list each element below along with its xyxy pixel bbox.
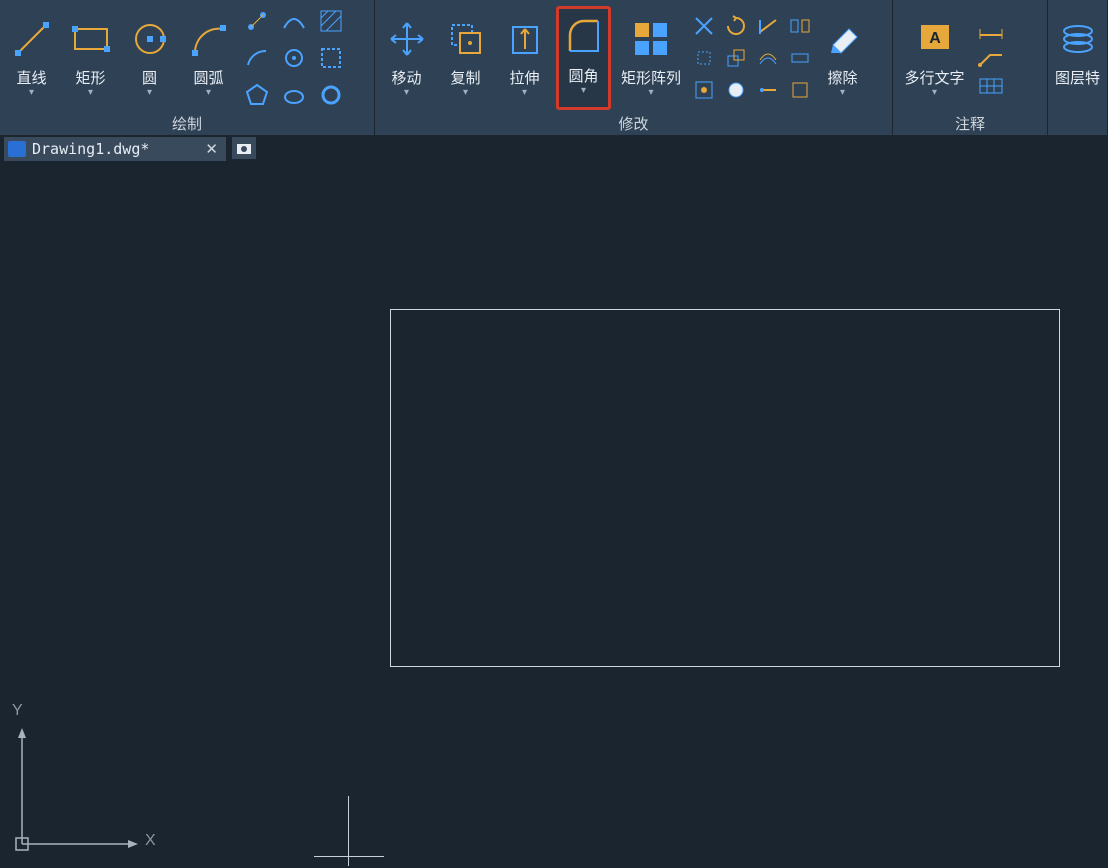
circle-label: 圆 bbox=[142, 67, 157, 88]
polyline-button[interactable] bbox=[240, 4, 274, 38]
line-icon bbox=[10, 17, 54, 61]
break-button[interactable] bbox=[785, 43, 815, 73]
panel-modify: 移动 ▾ 复制 ▾ 拉伸 ▾ bbox=[375, 0, 893, 135]
erase-button[interactable]: 擦除 ▾ bbox=[815, 11, 870, 106]
panel-modify-title: 修改 bbox=[375, 113, 892, 135]
layer-properties-button[interactable]: 图层特 bbox=[1052, 11, 1103, 106]
spline-button[interactable] bbox=[277, 4, 311, 38]
rotate-button[interactable] bbox=[721, 11, 751, 41]
drawing-canvas[interactable]: Y X bbox=[0, 161, 1108, 868]
rectangle-button[interactable]: 矩形 ▾ bbox=[63, 11, 118, 106]
dimension-button[interactable] bbox=[976, 19, 1006, 41]
ribbon: 直线 ▾ 矩形 ▾ 圆 ▾ bbox=[0, 0, 1108, 135]
layer-label: 图层特 bbox=[1055, 67, 1100, 88]
move-icon bbox=[385, 17, 429, 61]
leader-button[interactable] bbox=[976, 47, 1006, 69]
svg-text:A: A bbox=[929, 30, 941, 47]
arc-icon bbox=[187, 17, 231, 61]
ellipse-arc-button[interactable] bbox=[240, 41, 274, 75]
new-tab-button[interactable] bbox=[232, 137, 256, 159]
panel-layer-title bbox=[1048, 113, 1107, 135]
revcloud-button[interactable] bbox=[277, 78, 311, 112]
circle-button[interactable]: 圆 ▾ bbox=[122, 11, 177, 106]
donut-button[interactable] bbox=[314, 78, 348, 112]
chevron-down-icon: ▾ bbox=[88, 91, 93, 95]
erase-icon bbox=[821, 17, 865, 61]
explode-button[interactable] bbox=[689, 43, 719, 73]
mirror-button[interactable] bbox=[785, 11, 815, 41]
hatch-button[interactable] bbox=[314, 4, 348, 38]
panel-annotate: A 多行文字 ▾ 注释 bbox=[893, 0, 1048, 135]
join-button[interactable] bbox=[689, 75, 719, 105]
circle-icon bbox=[128, 17, 172, 61]
fillet-icon bbox=[562, 15, 606, 59]
y-axis-label: Y bbox=[12, 702, 23, 720]
copy-label: 复制 bbox=[450, 67, 480, 88]
chevron-down-icon: ▾ bbox=[932, 91, 937, 95]
arc-button[interactable]: 圆弧 ▾ bbox=[181, 11, 236, 106]
scale-button[interactable] bbox=[721, 43, 751, 73]
panel-layer: 图层特 bbox=[1048, 0, 1108, 135]
stretch-button[interactable]: 拉伸 ▾ bbox=[497, 11, 552, 106]
extend-button[interactable] bbox=[753, 11, 783, 41]
chevron-down-icon: ▾ bbox=[147, 91, 152, 95]
x-axis-label: X bbox=[145, 832, 156, 850]
polygon-button[interactable] bbox=[240, 78, 274, 112]
table-button[interactable] bbox=[976, 75, 1006, 97]
chevron-down-icon: ▾ bbox=[463, 91, 468, 95]
array-button[interactable]: 矩形阵列 ▾ bbox=[615, 11, 687, 106]
ucs-indicator: Y X bbox=[10, 704, 160, 854]
arc-label: 圆弧 bbox=[193, 67, 223, 88]
fillet-label: 圆角 bbox=[568, 65, 598, 86]
file-tab-name: Drawing1.dwg* bbox=[32, 140, 149, 158]
region-button[interactable] bbox=[314, 41, 348, 75]
rectangle-label: 矩形 bbox=[75, 67, 105, 88]
chevron-down-icon: ▾ bbox=[404, 91, 409, 95]
fillet-button[interactable]: 圆角 ▾ bbox=[556, 6, 611, 110]
chevron-down-icon: ▾ bbox=[648, 91, 653, 95]
edit-polyline-button[interactable] bbox=[785, 75, 815, 105]
chevron-down-icon: ▾ bbox=[29, 91, 34, 95]
chevron-down-icon: ▾ bbox=[581, 89, 586, 93]
chevron-down-icon: ▾ bbox=[206, 91, 211, 95]
panel-draw-title: 绘制 bbox=[0, 113, 374, 135]
panel-draw: 直线 ▾ 矩形 ▾ 圆 ▾ bbox=[0, 0, 375, 135]
mtext-label: 多行文字 bbox=[904, 67, 964, 88]
close-tab-button[interactable]: ✕ bbox=[205, 140, 218, 158]
dwg-file-icon bbox=[8, 141, 26, 157]
array-icon bbox=[629, 17, 673, 61]
mtext-icon: A bbox=[913, 17, 957, 61]
chevron-down-icon: ▾ bbox=[840, 91, 845, 95]
align-button[interactable] bbox=[721, 75, 751, 105]
copy-button[interactable]: 复制 ▾ bbox=[438, 11, 493, 106]
layers-icon bbox=[1056, 17, 1100, 61]
chevron-down-icon: ▾ bbox=[522, 91, 527, 95]
move-label: 移动 bbox=[391, 67, 421, 88]
panel-annotate-title: 注释 bbox=[893, 113, 1047, 135]
file-tab[interactable]: Drawing1.dwg* ✕ bbox=[4, 137, 226, 161]
stretch-icon bbox=[503, 17, 547, 61]
document-tab-bar: Drawing1.dwg* ✕ bbox=[0, 135, 1108, 161]
rectangle-icon bbox=[69, 17, 113, 61]
drawn-rectangle[interactable] bbox=[390, 309, 1060, 667]
camera-icon bbox=[236, 141, 252, 155]
mtext-button[interactable]: A 多行文字 ▾ bbox=[897, 11, 972, 106]
copy-icon bbox=[444, 17, 488, 61]
line-button[interactable]: 直线 ▾ bbox=[4, 11, 59, 106]
offset-button[interactable] bbox=[753, 43, 783, 73]
line-label: 直线 bbox=[16, 67, 46, 88]
erase-label: 擦除 bbox=[827, 67, 857, 88]
stretch-label: 拉伸 bbox=[509, 67, 539, 88]
move-button[interactable]: 移动 ▾ bbox=[379, 11, 434, 106]
lengthen-button[interactable] bbox=[753, 75, 783, 105]
array-label: 矩形阵列 bbox=[621, 67, 681, 88]
point-button[interactable] bbox=[277, 41, 311, 75]
trim-button[interactable] bbox=[689, 11, 719, 41]
